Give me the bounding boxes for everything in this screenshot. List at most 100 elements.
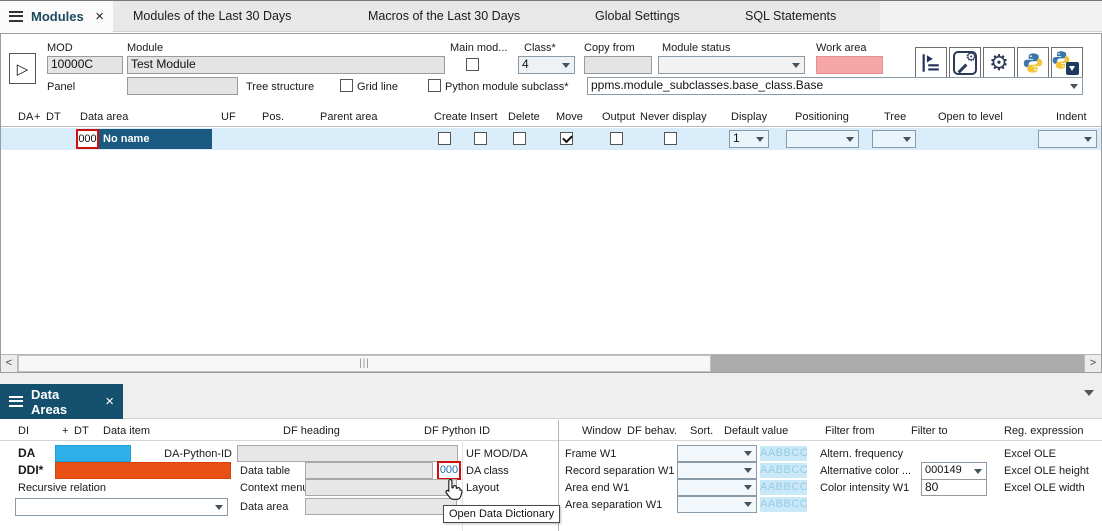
display-selected-value: 1 — [733, 131, 740, 145]
area-end-color-badge[interactable]: AABBCC — [760, 480, 807, 495]
positioning-select[interactable] — [786, 130, 859, 148]
tab-modules[interactable]: Modules × — [0, 1, 113, 32]
indent-select[interactable] — [1038, 130, 1097, 148]
menu-icon[interactable] — [9, 11, 23, 22]
edit-settings-button[interactable]: ⚙ — [949, 47, 981, 79]
module-status-select[interactable] — [658, 56, 805, 74]
excel-ole-label: Excel OLE — [1004, 448, 1056, 460]
color-intensity-label: Color intensity W1 — [820, 482, 909, 494]
close-icon[interactable]: × — [95, 9, 104, 24]
altern-frequency-label: Altern. frequency — [820, 448, 903, 460]
record-separation-color-badge[interactable]: AABBCC — [760, 463, 807, 478]
python-button[interactable] — [1017, 47, 1049, 79]
tab-sql-statements[interactable]: SQL Statements — [745, 1, 836, 32]
frame-color-badge[interactable]: AABBCC — [760, 446, 807, 461]
scroll-right-button[interactable]: > — [1084, 355, 1101, 372]
col-df-heading: DF heading — [283, 425, 340, 437]
move-checkbox[interactable] — [560, 132, 573, 145]
frame-w1-label: Frame W1 — [565, 448, 616, 460]
add-dt-button[interactable]: + — [34, 111, 40, 123]
tree-select[interactable] — [872, 130, 916, 148]
data-table-label: Data table — [240, 465, 290, 477]
scroll-left-button[interactable]: < — [1, 355, 18, 372]
data-table-field[interactable] — [305, 462, 433, 479]
col-dt: DT — [46, 111, 61, 123]
scrollbar-track[interactable] — [711, 355, 1084, 372]
recursive-relation-select[interactable] — [15, 498, 228, 516]
row-dt-cell[interactable]: 000 — [76, 129, 99, 149]
excel-ole-width-label: Excel OLE width — [1004, 482, 1085, 494]
tab-modules-last-30-days[interactable]: Modules of the Last 30 Days — [133, 1, 291, 32]
tab-global-settings[interactable]: Global Settings — [595, 1, 680, 32]
area-separation-w1-label: Area separation W1 — [565, 499, 662, 511]
col-df-python-id: DF Python ID — [424, 425, 490, 437]
bottom-header-divider — [0, 440, 1102, 441]
col-display: Display — [731, 111, 767, 123]
close-icon[interactable]: × — [105, 394, 114, 409]
save-overlay-icon — [1066, 62, 1079, 75]
col-indent: Indent — [1056, 111, 1087, 123]
area-separation-w1-select[interactable] — [677, 496, 757, 513]
menu-icon[interactable] — [9, 396, 23, 407]
python-subclass-select[interactable]: ppms.module_subclasses.base_class.Base — [587, 77, 1083, 95]
output-checkbox[interactable] — [610, 132, 623, 145]
col-filter-from: Filter from — [825, 425, 875, 437]
area-separation-color-badge[interactable]: AABBCC — [760, 497, 807, 512]
col-never-display: Never display — [640, 111, 707, 123]
class-select[interactable]: 4 — [518, 56, 575, 74]
pencil-icon — [958, 64, 968, 74]
area-end-w1-select[interactable] — [677, 479, 757, 496]
col-delete: Delete — [508, 111, 540, 123]
col-open-to-level: Open to level — [938, 111, 1003, 123]
run-flow-button[interactable] — [915, 47, 947, 79]
ddi-row-label: DDI* — [18, 464, 43, 476]
python-subclass-checkbox[interactable] — [428, 79, 441, 92]
record-separation-w1-label: Record separation W1 — [565, 465, 674, 477]
horizontal-scrollbar[interactable]: < ||| > — [1, 354, 1101, 372]
da-python-id-field[interactable] — [237, 445, 458, 462]
top-tab-bar: Modules × Modules of the Last 30 Days Ma… — [0, 1, 1102, 32]
mod-field[interactable]: 10000C — [47, 56, 123, 74]
tab-macros-last-30-days[interactable]: Macros of the Last 30 Days — [368, 1, 520, 32]
ddi-key-field[interactable] — [55, 462, 231, 479]
tab-data-areas[interactable]: Data Areas × — [0, 384, 123, 419]
run-flow-icon — [920, 52, 942, 74]
alternative-color-label: Alternative color ... — [820, 465, 911, 477]
col-reg-expression: Reg. expression — [1004, 425, 1084, 437]
table-header-divider — [1, 126, 1101, 127]
work-area-field[interactable] — [816, 56, 883, 74]
da-key-field[interactable] — [55, 445, 131, 462]
cursor-hand-icon — [444, 478, 463, 500]
row-name-cell[interactable]: No name — [99, 129, 212, 149]
create-checkbox[interactable] — [438, 132, 451, 145]
layout-label: Layout — [466, 482, 499, 494]
color-intensity-field[interactable]: 80 — [921, 479, 987, 496]
add-dt-button-bottom[interactable]: + — [62, 425, 68, 437]
tree-structure-checkbox[interactable] — [340, 79, 353, 92]
panel-splitter — [0, 373, 1102, 419]
frame-w1-select[interactable] — [677, 445, 757, 462]
display-select[interactable]: 1 — [729, 130, 769, 148]
run-module-button[interactable]: ▷ — [9, 53, 36, 84]
python-export-button[interactable] — [1051, 47, 1083, 79]
delete-checkbox[interactable] — [513, 132, 526, 145]
context-menu-field[interactable] — [305, 479, 457, 496]
never-display-checkbox[interactable] — [664, 132, 677, 145]
col-data-area: Data area — [80, 111, 128, 123]
scrollbar-thumb[interactable]: ||| — [18, 355, 711, 372]
module-name-field[interactable]: Test Module — [127, 56, 445, 74]
main-mod-label: Main mod... — [450, 42, 507, 54]
col-create: Create — [434, 111, 467, 123]
insert-checkbox[interactable] — [474, 132, 487, 145]
data-area-field[interactable] — [305, 498, 457, 515]
copy-from-label: Copy from — [584, 42, 635, 54]
settings-button[interactable]: ⚙ — [983, 47, 1015, 79]
record-separation-w1-select[interactable] — [677, 462, 757, 479]
alternative-color-select[interactable]: 000149 — [921, 462, 987, 480]
col-window: Window — [582, 425, 621, 437]
context-menu-label: Context menu — [240, 482, 308, 494]
main-mod-checkbox[interactable] — [466, 58, 479, 71]
collapse-chevron-icon[interactable] — [1084, 390, 1094, 396]
panel-field[interactable] — [127, 77, 238, 95]
copy-from-field[interactable] — [584, 56, 652, 74]
